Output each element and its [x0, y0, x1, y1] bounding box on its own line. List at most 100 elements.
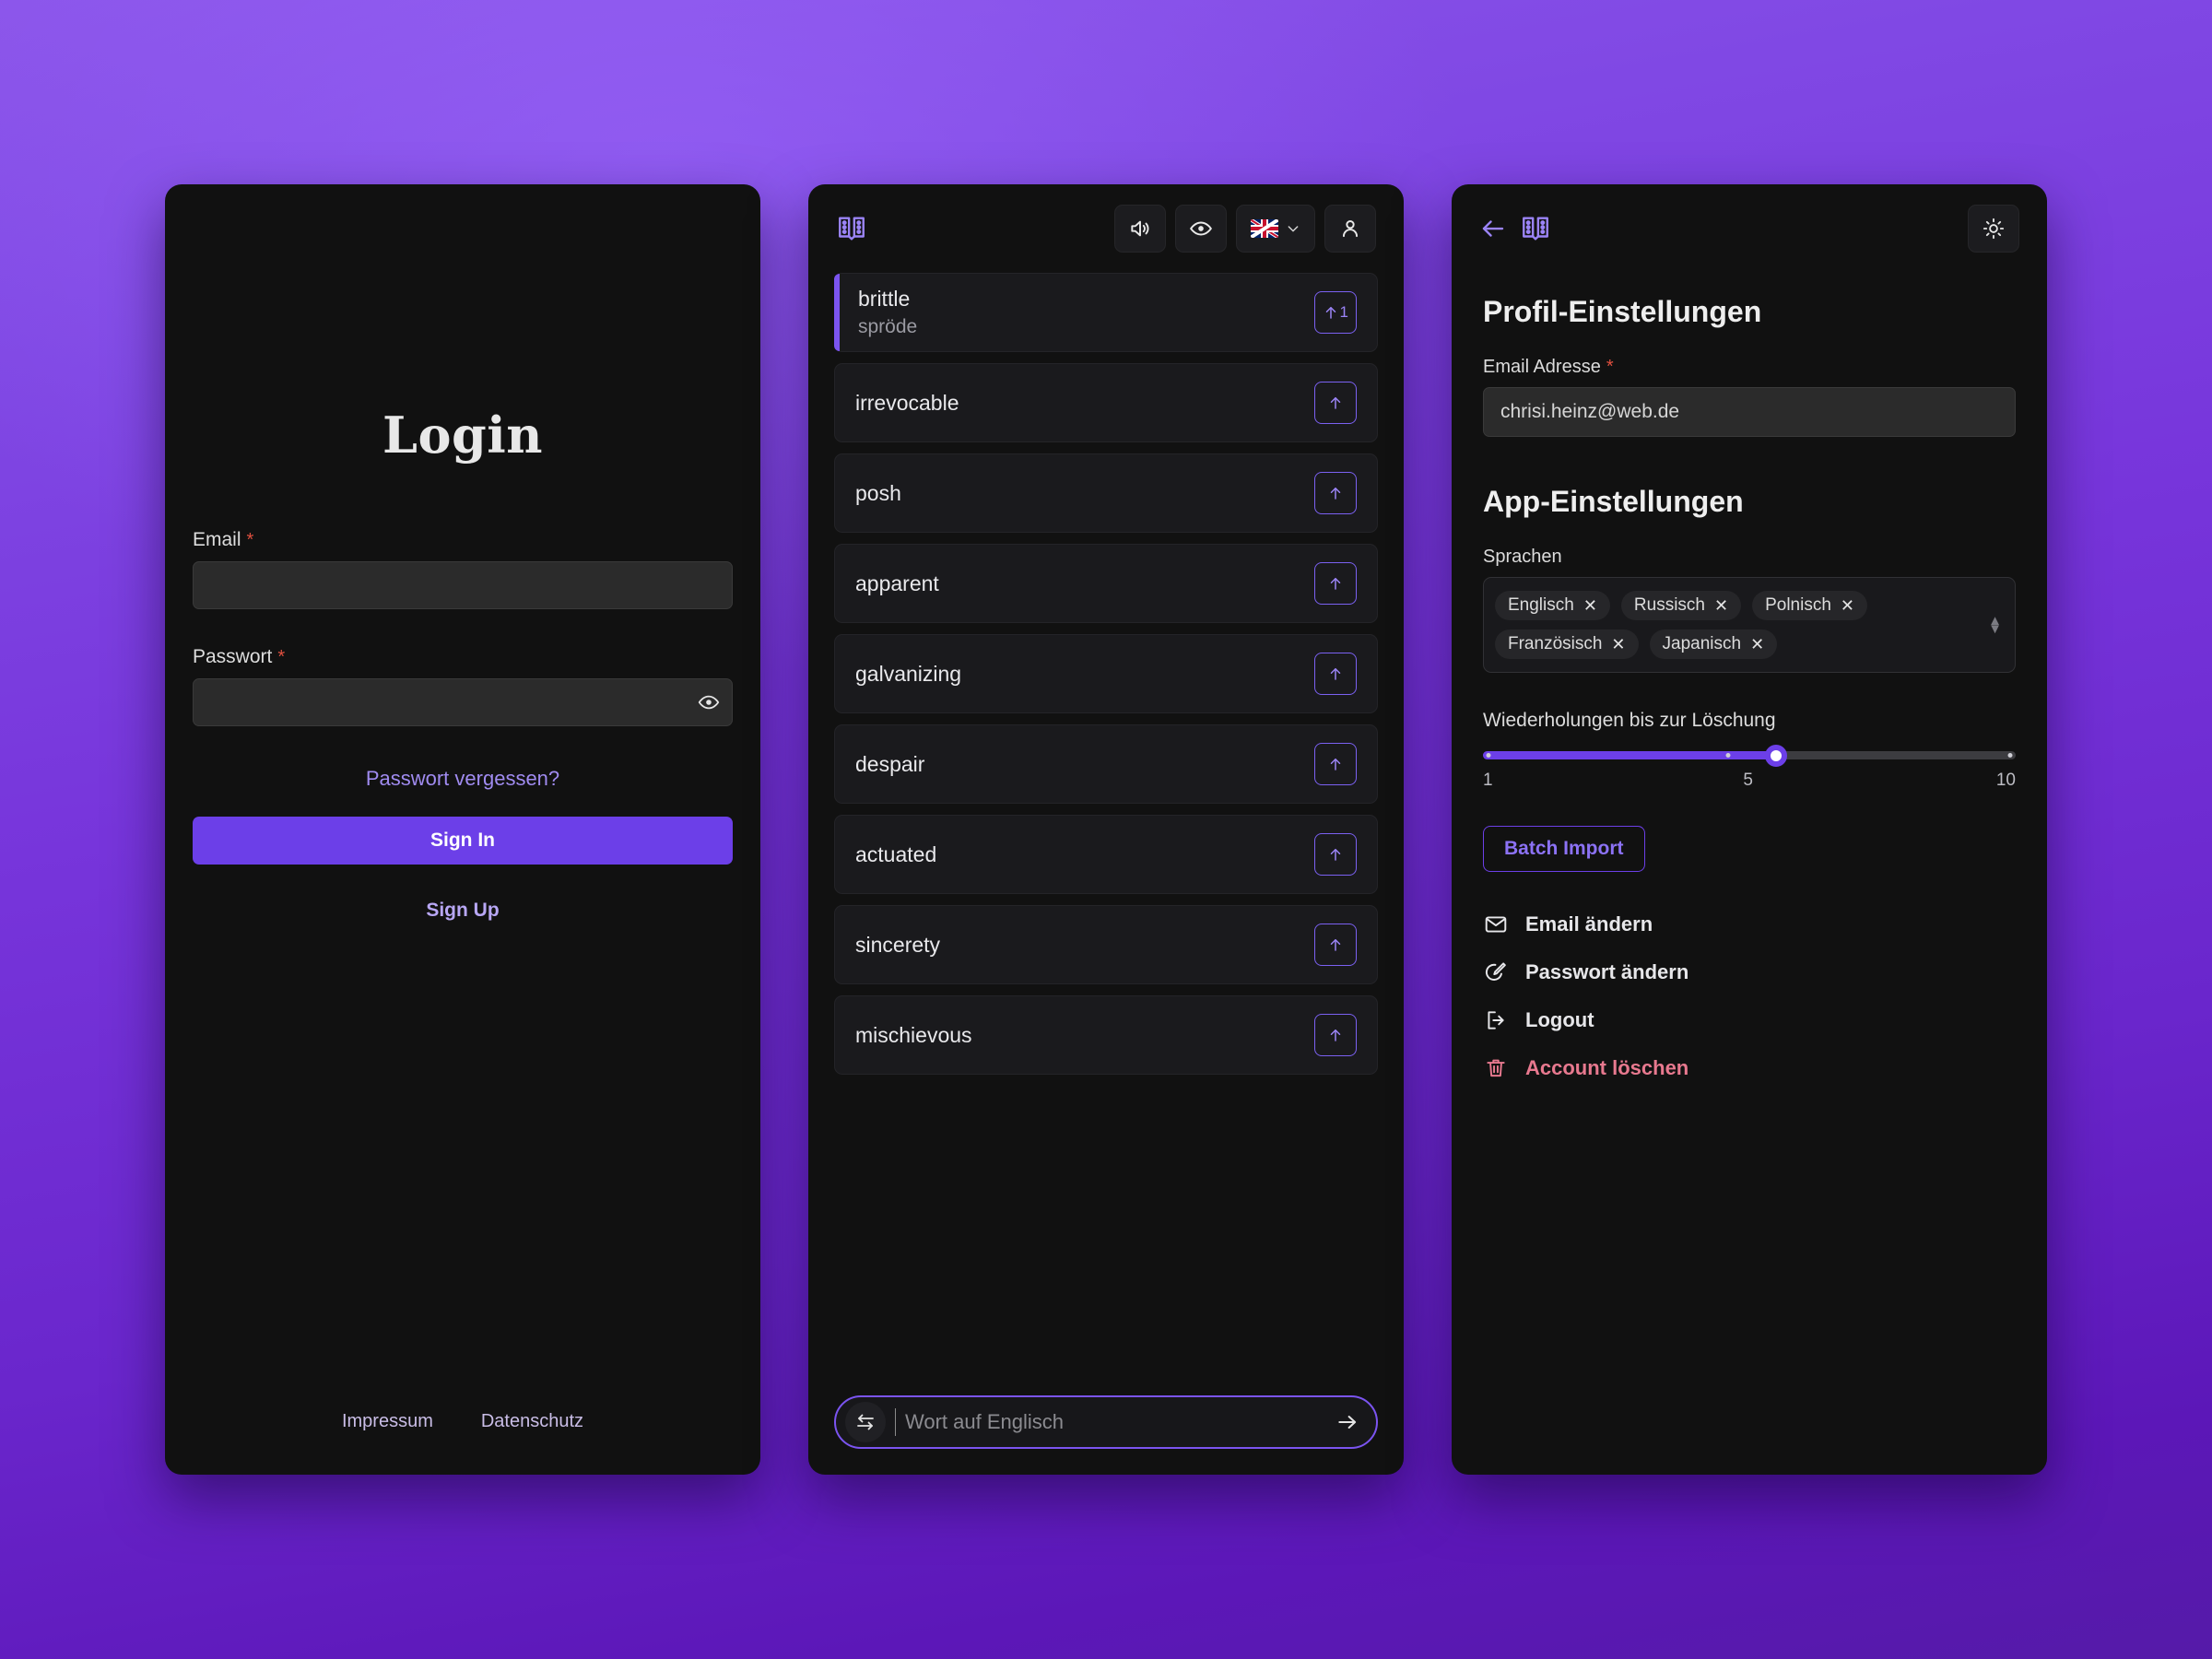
eye-icon[interactable] — [1175, 205, 1227, 253]
search-area — [808, 1395, 1404, 1475]
login-panel: Login Email * Passwort * Passwort verges… — [165, 184, 760, 1475]
language-selector[interactable] — [1236, 205, 1315, 253]
word-texts: galvanizing — [855, 662, 961, 687]
panels-stage: Login Email * Passwort * Passwort verges… — [0, 0, 2212, 1659]
word-source-text: actuated — [855, 841, 937, 866]
word-row[interactable]: sincerety — [834, 905, 1378, 984]
account-action-trash[interactable]: Account löschen — [1483, 1056, 2016, 1080]
arrow-up-icon[interactable] — [1314, 833, 1357, 876]
word-source-text: mischievous — [855, 1022, 972, 1047]
slider-scale: 1 5 10 — [1483, 771, 2016, 791]
arrow-up-icon[interactable]: 1 — [1313, 291, 1357, 334]
word-texts: apparent — [855, 571, 939, 596]
speaker-icon[interactable] — [1114, 205, 1166, 253]
account-action-label: Account löschen — [1525, 1056, 1689, 1079]
account-action-label: Logout — [1525, 1008, 1594, 1031]
password-input-wrap — [193, 678, 733, 726]
email-input[interactable] — [193, 561, 733, 609]
chevron-up-down-icon[interactable]: ▲ ▼ — [1988, 614, 2002, 636]
eye-icon[interactable] — [698, 691, 720, 713]
user-icon[interactable] — [1324, 205, 1376, 253]
language-chip[interactable]: Französisch ✕ — [1495, 629, 1639, 659]
word-texts: sincerety — [855, 933, 940, 958]
account-action-logout[interactable]: Logout — [1483, 1008, 2016, 1032]
languages-multiselect[interactable]: Englisch ✕ Russisch ✕ Polnisch ✕ Französisch ✕ J… — [1483, 577, 2016, 673]
word-texts: despair — [855, 752, 924, 777]
arrow-up-icon[interactable] — [1314, 653, 1357, 695]
account-action-mail[interactable]: Email ändern — [1483, 912, 2016, 936]
arrow-up-icon[interactable] — [1314, 743, 1357, 785]
page-title: Login — [382, 406, 544, 465]
slider-fill — [1483, 751, 1776, 759]
profile-settings-heading: Profil-Einstellungen — [1483, 295, 1762, 328]
word-row[interactable]: despair — [834, 724, 1378, 804]
repeat-count-badge: 1 — [1339, 303, 1348, 321]
arrow-up-icon[interactable] — [1314, 472, 1357, 514]
language-chip-label: Polnisch — [1765, 595, 1831, 615]
email-label: Email * — [193, 529, 733, 551]
sun-icon[interactable] — [1968, 205, 2019, 253]
arrow-up-icon[interactable] — [1314, 924, 1357, 966]
arrow-up-icon[interactable] — [1314, 562, 1357, 605]
email-address-value[interactable]: chrisi.heinz@web.de — [1483, 387, 2016, 437]
word-row[interactable]: mischievous — [834, 995, 1378, 1075]
word-row[interactable]: irrevocable — [834, 363, 1378, 442]
close-icon[interactable]: ✕ — [1583, 596, 1597, 616]
close-icon[interactable]: ✕ — [1750, 635, 1764, 654]
search-input[interactable] — [895, 1408, 1326, 1436]
slider-max-label: 10 — [1995, 771, 2016, 790]
word-source-text: posh — [855, 480, 901, 505]
sign-up-link[interactable]: Sign Up — [193, 900, 733, 922]
required-asterisk: * — [246, 530, 254, 550]
repetitions-slider[interactable] — [1483, 745, 2016, 767]
forgot-password-link[interactable]: Passwort vergessen? — [193, 767, 733, 791]
swap-arrows-icon[interactable] — [845, 1402, 886, 1442]
word-source-text: sincerety — [855, 932, 941, 957]
arrow-up-icon[interactable] — [1314, 1014, 1357, 1056]
word-row[interactable]: actuated — [834, 815, 1378, 894]
word-row[interactable]: brittle spröde 1 — [834, 273, 1378, 352]
account-action-pencil-edit[interactable]: Passwort ändern — [1483, 960, 2016, 984]
close-icon[interactable]: ✕ — [1841, 596, 1854, 616]
language-chip[interactable]: Japanisch ✕ — [1649, 629, 1778, 659]
slider-thumb[interactable] — [1764, 745, 1787, 767]
word-texts: posh — [855, 481, 901, 506]
password-input[interactable] — [193, 678, 733, 726]
arrow-right-icon[interactable] — [1335, 1410, 1359, 1434]
word-translation-text: spröde — [858, 316, 918, 337]
word-list: brittle spröde 1 irrevocable posh apparent gal… — [808, 273, 1404, 1395]
languages-label-text: Sprachen — [1483, 547, 1562, 567]
close-icon[interactable]: ✕ — [1611, 635, 1625, 654]
word-texts: irrevocable — [855, 391, 959, 416]
chevron-down-icon — [1286, 221, 1300, 236]
languages-label: Sprachen — [1483, 547, 2016, 568]
language-chip[interactable]: Polnisch ✕ — [1752, 591, 1868, 620]
password-label-text: Passwort — [193, 646, 273, 667]
settings-toolbar — [1452, 184, 2047, 273]
open-book-icon[interactable] — [1520, 213, 1551, 244]
account-action-label: Email ändern — [1525, 912, 1653, 935]
sign-in-button[interactable]: Sign In — [193, 817, 733, 865]
arrow-up-icon[interactable] — [1314, 382, 1357, 424]
language-chip-label: Englisch — [1508, 595, 1574, 615]
settings-panel: Profil-Einstellungen Email Adresse * chr… — [1452, 184, 2047, 1475]
language-chip[interactable]: Russisch ✕ — [1620, 591, 1742, 620]
batch-import-button[interactable]: Batch Import — [1483, 826, 1645, 872]
arrow-left-icon[interactable] — [1479, 215, 1507, 242]
toolbar-buttons — [1114, 205, 1376, 253]
imprint-link[interactable]: Impressum — [342, 1411, 433, 1432]
close-icon[interactable]: ✕ — [1714, 596, 1728, 616]
word-source-text: irrevocable — [855, 390, 959, 415]
word-source-text: apparent — [855, 571, 939, 595]
words-toolbar — [808, 184, 1404, 273]
open-book-icon[interactable] — [836, 213, 867, 244]
language-flag-uk — [1251, 219, 1278, 238]
privacy-link[interactable]: Datenschutz — [481, 1411, 583, 1432]
app-settings-heading: App-Einstellungen — [1483, 485, 1744, 518]
required-asterisk: * — [277, 647, 286, 667]
word-row[interactable]: galvanizing — [834, 634, 1378, 713]
word-row[interactable]: posh — [834, 453, 1378, 533]
language-chip[interactable]: Englisch ✕ — [1495, 591, 1610, 620]
language-chip-label: Russisch — [1633, 595, 1705, 615]
word-row[interactable]: apparent — [834, 544, 1378, 623]
